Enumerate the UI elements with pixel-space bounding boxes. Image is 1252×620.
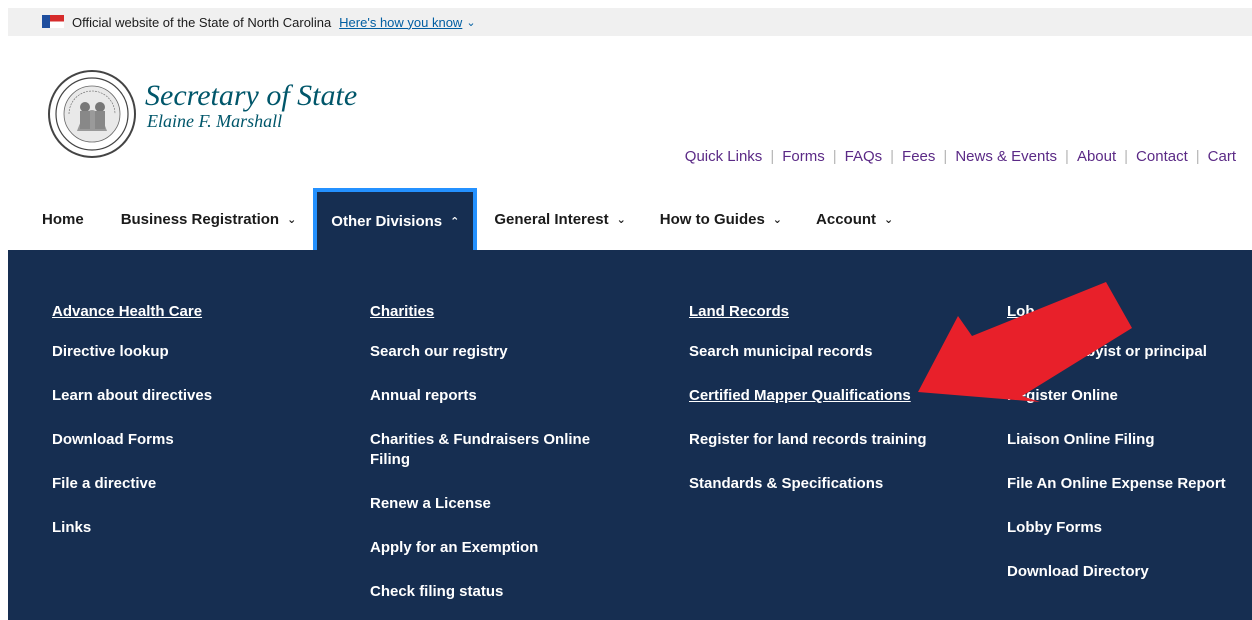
lobbying-column: Lob a lobbyist or principal Register Onl…	[1007, 303, 1226, 606]
nav-home[interactable]: Home	[8, 188, 104, 250]
cart-link[interactable]: Cart	[1200, 148, 1236, 165]
register-land-records-training-link[interactable]: Register for land records training	[689, 430, 927, 450]
search-our-registry-link[interactable]: Search our registry	[370, 342, 620, 362]
chevron-down-icon: ⌄	[287, 213, 297, 226]
nav-other-divisions-label: Other Divisions	[331, 212, 443, 230]
lobby-forms-link[interactable]: Lobby Forms	[1007, 518, 1226, 538]
charities-heading[interactable]: Charities	[370, 303, 620, 320]
state-seal-logo[interactable]	[47, 69, 137, 159]
certified-mapper-qualifications-link[interactable]: Certified Mapper Qualifications	[689, 386, 927, 406]
nav-other-divisions[interactable]: Other Divisions ⌃	[313, 188, 478, 250]
about-link[interactable]: About	[1069, 148, 1124, 165]
links-link[interactable]: Links	[52, 518, 212, 538]
official-banner: Official website of the State of North C…	[8, 8, 1252, 36]
lookup-lobbyist-link[interactable]: a lobbyist or principal	[1007, 342, 1226, 362]
nav-business-registration[interactable]: Business Registration ⌄	[104, 188, 314, 250]
chevron-up-icon: ⌃	[450, 215, 460, 228]
official-banner-text: Official website of the State of North C…	[72, 14, 332, 30]
heres-how-you-know-link[interactable]: Here's how you know	[339, 15, 462, 30]
nc-flag-icon	[42, 15, 64, 28]
land-records-heading[interactable]: Land Records	[689, 303, 927, 320]
quick-links-link[interactable]: Quick Links	[677, 148, 771, 165]
lobbying-heading[interactable]: Lob	[1007, 303, 1226, 320]
advance-health-care-column: Advance Health Care Directive lookup Lea…	[52, 303, 212, 562]
download-directory-link[interactable]: Download Directory	[1007, 562, 1226, 582]
register-online-link[interactable]: Register Online	[1007, 386, 1226, 406]
chevron-down-icon: ⌄	[884, 213, 894, 226]
fees-link[interactable]: Fees	[894, 148, 943, 165]
chevron-down-icon: ⌄	[616, 213, 626, 226]
other-divisions-megamenu: Advance Health Care Directive lookup Lea…	[8, 250, 1252, 620]
apply-for-an-exemption-link[interactable]: Apply for an Exemption	[370, 538, 620, 558]
download-forms-link[interactable]: Download Forms	[52, 430, 212, 450]
nav-account[interactable]: Account ⌄	[799, 188, 910, 250]
advance-health-care-heading[interactable]: Advance Health Care	[52, 303, 212, 320]
land-records-column: Land Records Search municipal records Ce…	[689, 303, 927, 518]
charities-fundraisers-online-filing-link[interactable]: Charities & Fundraisers Online Filing	[370, 430, 620, 470]
charities-column: Charities Search our registry Annual rep…	[370, 303, 620, 620]
nav-home-label: Home	[42, 210, 84, 228]
check-filing-status-link[interactable]: Check filing status	[370, 582, 620, 602]
site-header: Secretary of State Elaine F. Marshall Qu…	[8, 36, 1252, 188]
chevron-down-icon: ⌄	[772, 213, 783, 226]
learn-about-directives-link[interactable]: Learn about directives	[52, 386, 212, 406]
nav-account-label: Account	[816, 210, 877, 228]
file-online-expense-report-link[interactable]: File An Online Expense Report	[1007, 474, 1226, 494]
liaison-online-filing-link[interactable]: Liaison Online Filing	[1007, 430, 1226, 450]
annual-reports-link[interactable]: Annual reports	[370, 386, 620, 406]
directive-lookup-link[interactable]: Directive lookup	[52, 342, 212, 362]
nav-how-to-guides-label: How to Guides	[659, 210, 765, 228]
nav-general-interest-label: General Interest	[494, 210, 609, 228]
utility-links: Quick Links | Forms | FAQs | Fees | News & E…	[677, 148, 1236, 165]
file-a-directive-link[interactable]: File a directive	[52, 474, 212, 494]
news-events-link[interactable]: News & Events	[947, 148, 1065, 165]
brand-subtitle: Elaine F. Marshall	[147, 111, 283, 131]
nav-business-registration-label: Business Registration	[120, 210, 280, 228]
chevron-down-icon[interactable]: ⌄	[466, 16, 475, 29]
renew-a-license-link[interactable]: Renew a License	[370, 494, 620, 514]
forms-link[interactable]: Forms	[774, 148, 833, 165]
contact-link[interactable]: Contact	[1128, 148, 1196, 165]
primary-nav: Home Business Registration ⌄ Other Divisi…	[8, 188, 1252, 250]
nav-general-interest[interactable]: General Interest ⌄	[477, 188, 642, 250]
standards-specifications-link[interactable]: Standards & Specifications	[689, 474, 927, 494]
brand-title[interactable]: Secretary of State	[145, 81, 357, 111]
search-municipal-records-link[interactable]: Search municipal records	[689, 342, 927, 362]
nav-how-to-guides[interactable]: How to Guides ⌄	[643, 188, 799, 250]
faqs-link[interactable]: FAQs	[837, 148, 891, 165]
